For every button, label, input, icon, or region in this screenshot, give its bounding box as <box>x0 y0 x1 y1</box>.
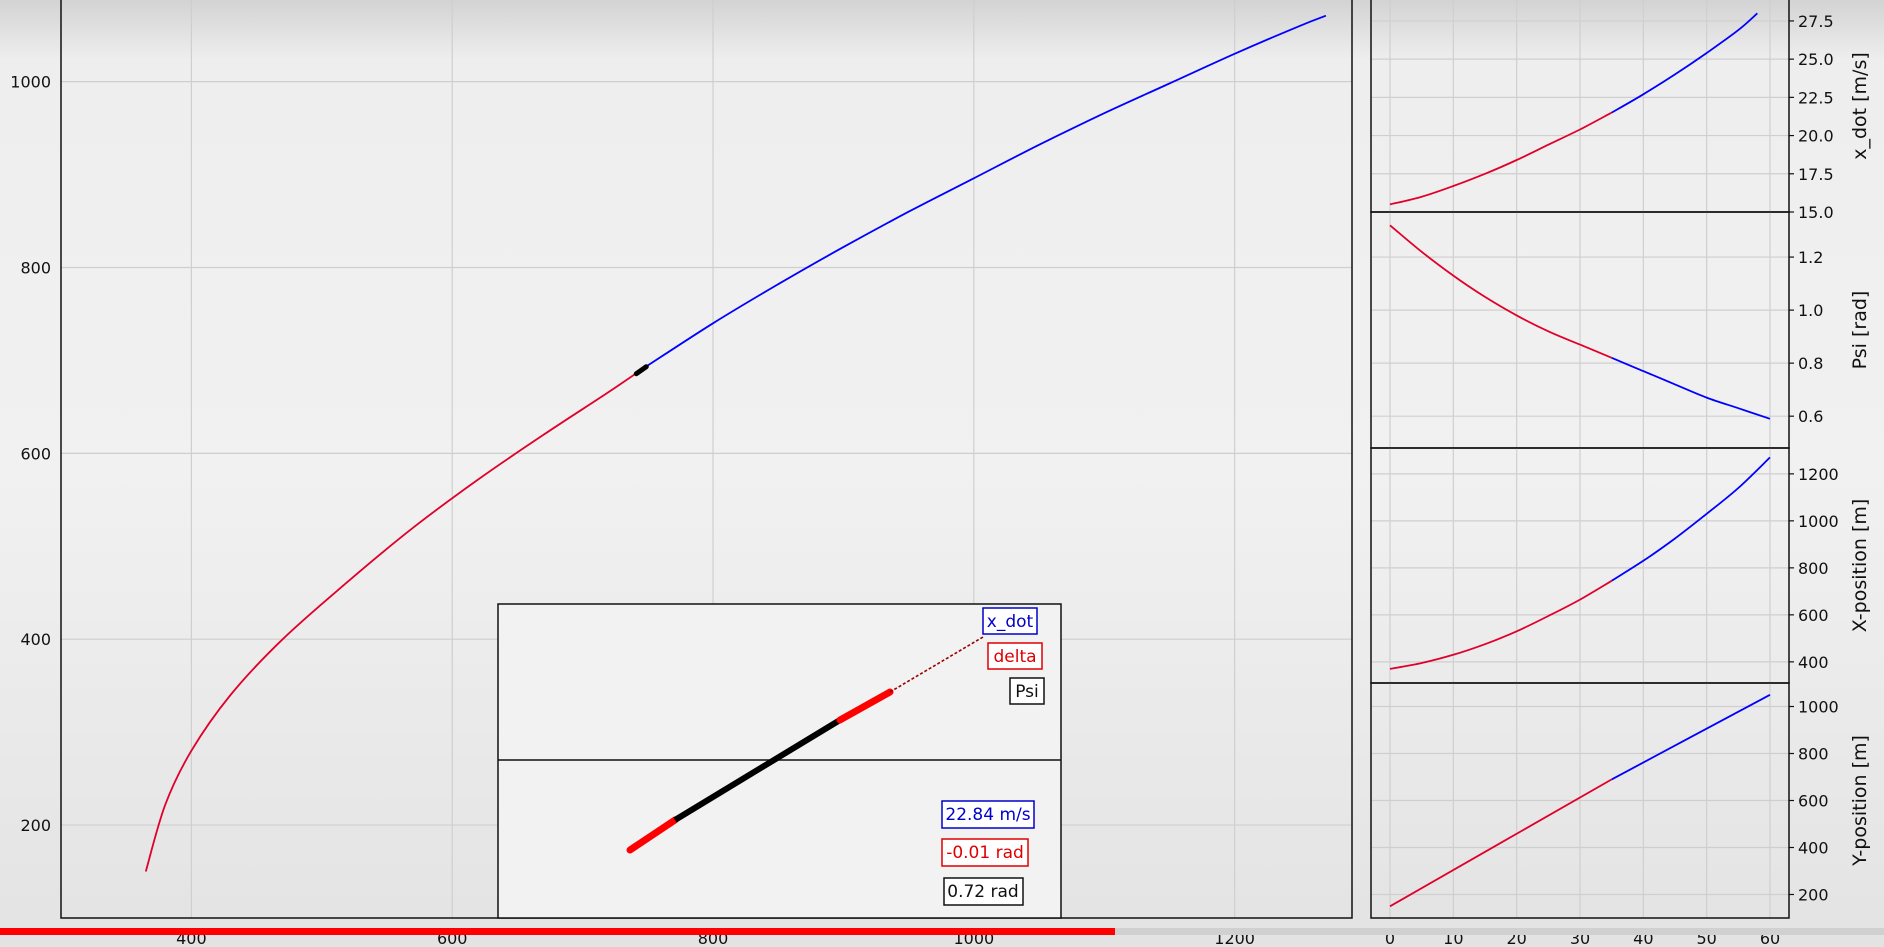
readout-psi-value: 0.72 rad <box>947 882 1018 902</box>
figure-canvas: 400 600 800 1000 1200 200 400 600 800 1000 15.0 17… <box>10 0 1871 947</box>
trajectory-ytick-label: 400 <box>20 630 51 649</box>
subplot-series-line-blue <box>1611 456 1771 582</box>
legend-delta: delta <box>987 642 1043 670</box>
legend-delta-label: delta <box>993 647 1036 667</box>
subplot-ylabel: x_dot [m/s] <box>1849 52 1871 160</box>
subplot-ytick-label: 800 <box>1798 559 1829 578</box>
time-series-subplots: 15.017.520.022.525.027.5x_dot [m/s]0.60.… <box>1370 0 1871 947</box>
subplot-series-line-red <box>1389 580 1613 670</box>
legend-xdot: x_dot <box>982 607 1038 635</box>
subplot-ytick-label: 25.0 <box>1798 50 1834 69</box>
readout-xdot: 22.84 m/s <box>941 800 1035 829</box>
vehicle-position-marker <box>633 364 649 377</box>
inset-frame <box>497 603 1062 919</box>
subplot-ylabel: Psi [rad] <box>1849 291 1871 370</box>
subplot-ytick-label: 1000 <box>1798 698 1839 717</box>
subplot-x-position: 400 600 800 1000 1200 X-position [m] <box>1370 447 1871 684</box>
subplot-ytick-label: 400 <box>1798 839 1829 858</box>
subplot-ytick-label: 1000 <box>1798 512 1839 531</box>
trajectory-series-line-blue <box>640 14 1327 371</box>
subplot-ytick-label: 1200 <box>1798 465 1839 484</box>
subplot-ytick-label: 600 <box>1798 792 1829 811</box>
video-progress-fill <box>0 928 1116 935</box>
subplot-series-line-red <box>1389 111 1613 206</box>
legend-psi: Psi <box>1009 677 1045 705</box>
subplot-ytick-label: 1.0 <box>1798 301 1823 320</box>
subplot-ylabel: Y-position [m] <box>1849 735 1871 867</box>
subplot-series-line-blue <box>1611 356 1771 420</box>
subplot-ytick-label: 22.5 <box>1798 88 1834 107</box>
subplot-ytick-label: 17.5 <box>1798 165 1834 184</box>
readout-psi: 0.72 rad <box>943 877 1024 906</box>
trajectory-ytick-label: 600 <box>20 444 51 463</box>
readout-delta: -0.01 rad <box>941 838 1029 867</box>
subplot-ytick-label: 800 <box>1798 745 1829 764</box>
subplot-ytick-label: 0.6 <box>1798 407 1823 426</box>
subplot-ytick-label: 20.0 <box>1798 127 1834 146</box>
subplot-ytick-label: 1.2 <box>1798 248 1823 267</box>
subplot-ylabel: X-position [m] <box>1849 499 1871 633</box>
subplot-ytick-label: 27.5 <box>1798 12 1834 31</box>
subplot-ytick-label: 0.8 <box>1798 354 1823 373</box>
subplot-series-line-red <box>1389 778 1613 908</box>
subplot-ytick-label: 400 <box>1798 653 1829 672</box>
trajectory-ytick-label: 200 <box>20 816 51 835</box>
subplot-x-dot: 15.0 17.5 20.0 22.5 25.0 27.5 x_dot [m/s] <box>1370 0 1871 222</box>
subplot-psi: 0.6 0.8 1.0 1.2 Psi [rad] <box>1370 211 1871 449</box>
readout-delta-value: -0.01 rad <box>946 843 1024 863</box>
subplot-series-line-red <box>1389 224 1613 359</box>
subplot-ytick-label: 200 <box>1798 886 1829 905</box>
legend-xdot-label: x_dot <box>987 612 1034 632</box>
trajectory-ytick-label: 1000 <box>10 73 51 92</box>
subplot-series-line-blue <box>1611 694 1771 781</box>
legend-psi-label: Psi <box>1015 682 1039 702</box>
subplot-ytick-label: 600 <box>1798 606 1829 625</box>
subplot-y-position: 2004006008001000Y-position [m]0 10 20 30 40 5… <box>1370 682 1871 947</box>
readout-xdot-value: 22.84 m/s <box>945 805 1030 825</box>
vehicle-inset: x_dot delta Psi 22.84 m/s -0.01 rad 0.72… <box>497 603 1062 919</box>
video-progress-bar[interactable] <box>0 928 1884 935</box>
subplot-ytick-label: 15.0 <box>1798 203 1834 222</box>
trajectory-ytick-label: 800 <box>20 258 51 277</box>
subplot-series <box>1389 12 1758 206</box>
